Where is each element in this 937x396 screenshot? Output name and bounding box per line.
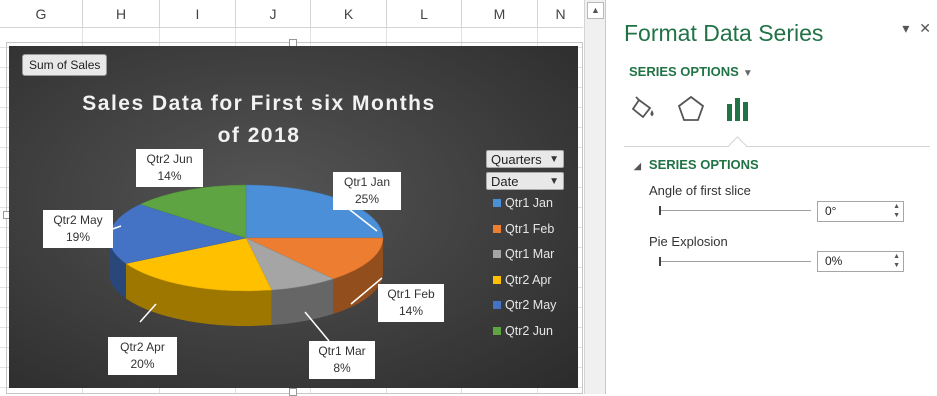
effects-icon[interactable] — [676, 94, 706, 124]
pie-explosion-spinner[interactable]: 0% ▲ ▼ — [817, 251, 904, 272]
column-header-i[interactable]: I — [160, 0, 236, 27]
data-label-qtr2-may[interactable]: Qtr2 May 19% — [43, 210, 113, 248]
spin-down-icon[interactable]: ▼ — [893, 262, 900, 270]
legend-label: Qtr2 May — [505, 298, 557, 312]
date-filter-button[interactable]: Date ▼ — [486, 172, 564, 190]
collapse-triangle-icon: ◢ — [634, 161, 641, 171]
series-options-section-header[interactable]: ◢ SERIES OPTIONS — [634, 157, 759, 172]
quarters-filter-button[interactable]: Quarters ▼ — [486, 150, 564, 168]
chart-resize-handle-bottom[interactable] — [289, 388, 297, 396]
pane-controls: ▾ ✕ — [896, 20, 931, 37]
column-header-bar: G H I J K L M N — [0, 0, 583, 28]
active-tab-indicator — [728, 136, 747, 155]
pane-options-icon[interactable]: ▾ — [902, 20, 909, 36]
format-data-series-pane: Format Data Series ▾ ✕ SERIES OPTIONS ▼ ◢… — [606, 0, 937, 394]
column-header-m[interactable]: M — [462, 0, 538, 27]
column-header-k[interactable]: K — [311, 0, 387, 27]
legend-label: Qtr1 Feb — [505, 221, 555, 236]
legend-label: Qtr2 Apr — [505, 272, 552, 287]
legend-swatch — [493, 250, 501, 258]
legend-entry[interactable]: Qtr1 Feb — [493, 221, 556, 247]
fill-line-icon[interactable] — [630, 94, 660, 124]
dropdown-arrow-icon: ▼ — [549, 176, 559, 187]
quarters-filter-label: Quarters — [491, 152, 542, 167]
legend-swatch — [493, 301, 501, 309]
spin-up-icon[interactable]: ▲ — [893, 253, 900, 261]
explosion-value: 0% — [825, 254, 843, 268]
angle-of-first-slice-spinner[interactable]: 0° ▲ ▼ — [817, 201, 904, 222]
dropdown-arrow-icon: ▼ — [742, 68, 753, 79]
dropdown-arrow-icon: ▼ — [549, 154, 559, 165]
chart-title[interactable]: Sales Data for First six Months of 2018 — [69, 88, 449, 152]
legend-entry[interactable]: Qtr2 May — [493, 297, 556, 323]
explosion-slider-thumb[interactable] — [659, 257, 661, 266]
column-header-j[interactable]: J — [236, 0, 311, 27]
date-filter-label: Date — [491, 174, 519, 189]
pane-title: Format Data Series — [624, 20, 824, 46]
spin-up-icon[interactable]: ▲ — [893, 203, 900, 211]
pie-explosion-slider[interactable] — [659, 261, 811, 262]
series-options-icon[interactable] — [723, 94, 753, 124]
legend-swatch — [493, 326, 501, 335]
tab-separator — [624, 146, 930, 147]
legend-entry[interactable]: Qtr2 Apr — [493, 272, 556, 298]
series-options-dropdown-label: SERIES OPTIONS — [629, 64, 739, 79]
legend-swatch — [493, 199, 501, 207]
angle-value: 0° — [825, 204, 837, 218]
legend-label: Qtr2 Jun — [505, 323, 553, 338]
legend-swatch — [493, 224, 501, 233]
pie-explosion-label: Pie Explosion — [649, 234, 728, 249]
legend-swatch — [493, 275, 501, 284]
column-header-l[interactable]: L — [387, 0, 462, 27]
data-label-qtr1-mar[interactable]: Qtr1 Mar 8% — [309, 341, 375, 379]
scroll-up-arrow-icon[interactable]: ▲ — [587, 2, 604, 19]
series-options-dropdown[interactable]: SERIES OPTIONS ▼ — [629, 64, 753, 79]
legend-label: Qtr1 Jan — [505, 196, 553, 210]
column-header-n[interactable]: N — [538, 0, 583, 27]
legend-entry[interactable]: Qtr1 Jan — [493, 195, 556, 221]
angle-slider-thumb[interactable] — [659, 206, 661, 215]
data-label-qtr2-apr[interactable]: Qtr2 Apr 20% — [108, 337, 177, 375]
column-header-h[interactable]: H — [83, 0, 160, 27]
vertical-scrollbar[interactable]: ▲ — [584, 0, 606, 394]
series-options-section-label: SERIES OPTIONS — [648, 157, 759, 172]
legend-label: Qtr1 Mar — [505, 247, 555, 261]
spin-down-icon[interactable]: ▼ — [893, 212, 900, 220]
legend-entry[interactable]: Qtr1 Mar — [493, 246, 556, 272]
close-icon[interactable]: ✕ — [919, 20, 931, 36]
data-label-qtr2-jun[interactable]: Qtr2 Jun 14% — [136, 149, 203, 187]
chart-legend[interactable]: Qtr1 Jan Qtr1 Feb Qtr1 Mar Qtr2 Apr Qtr2… — [493, 195, 556, 348]
angle-of-first-slice-label: Angle of first slice — [649, 183, 751, 198]
legend-entry[interactable]: Qtr2 Jun — [493, 323, 556, 349]
column-header-g[interactable]: G — [0, 0, 83, 27]
sum-of-sales-field-button[interactable]: Sum of Sales — [22, 54, 108, 76]
data-label-qtr1-jan[interactable]: Qtr1 Jan 25% — [333, 172, 401, 210]
data-label-qtr1-feb[interactable]: Qtr1 Feb 14% — [378, 284, 444, 322]
pivot-pie-chart[interactable]: Sum of Sales Sales Data for First six Mo… — [9, 46, 578, 388]
angle-of-first-slice-slider[interactable] — [659, 210, 811, 211]
